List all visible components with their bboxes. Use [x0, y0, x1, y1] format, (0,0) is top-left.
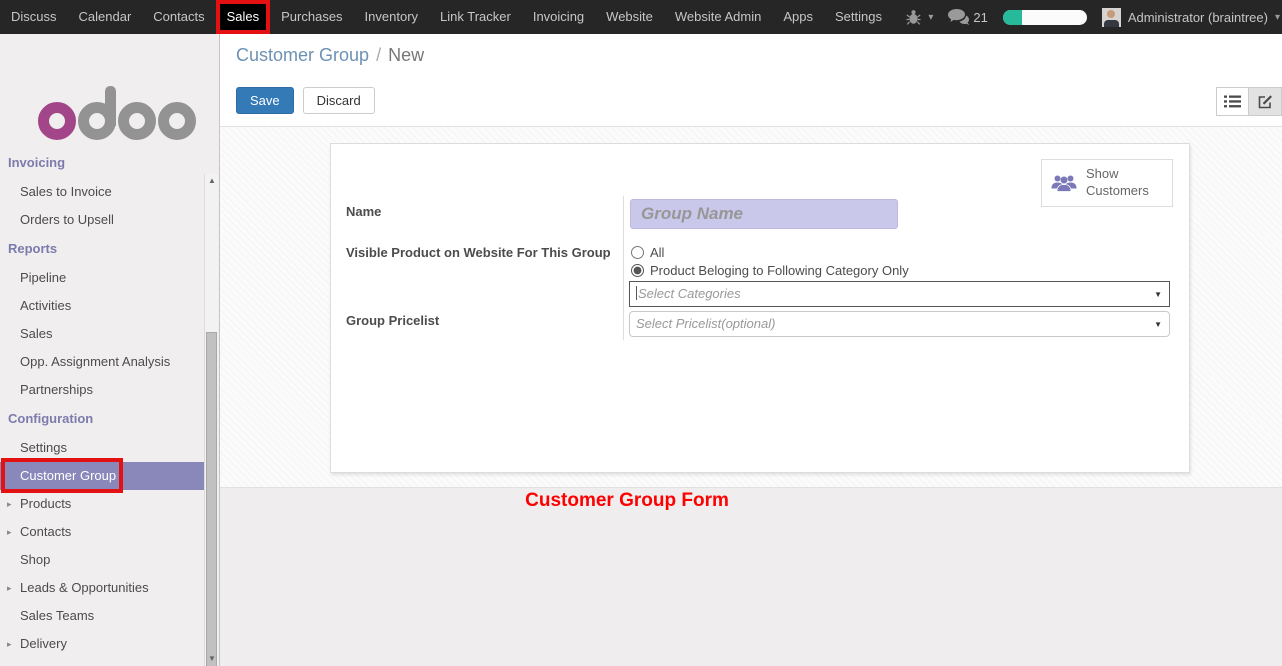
group-name-input[interactable]: [630, 199, 898, 229]
user-avatar[interactable]: [1102, 8, 1121, 27]
sidebar-item-leads-opportunities[interactable]: ▸Leads & Opportunities: [0, 574, 205, 602]
customer-group-form: Show Customers Name Visible Product on W…: [330, 143, 1190, 473]
sidebar-item-customer-group-label: Customer Group: [20, 468, 116, 483]
edit-form-icon: [1257, 94, 1273, 110]
sidebar-item-orders-to-upsell[interactable]: Orders to Upsell: [0, 206, 205, 234]
topbar-menu-website[interactable]: Website: [595, 0, 664, 34]
topbar-menu-purchases[interactable]: Purchases: [270, 0, 353, 34]
topbar-menu-invoicing[interactable]: Invoicing: [522, 0, 595, 34]
sidebar-item-customer-group[interactable]: Customer Group: [0, 462, 205, 490]
dropdown-caret-icon: ▼: [1154, 282, 1162, 306]
messages-count-badge[interactable]: 21: [973, 10, 987, 25]
topbar-menu-discuss[interactable]: Discuss: [0, 0, 68, 34]
chevron-right-icon: ▸: [7, 574, 12, 602]
sidebar-section-configuration: Configuration: [0, 404, 219, 434]
topbar-menu-apps[interactable]: Apps: [772, 0, 824, 34]
chat-bubbles-icon[interactable]: [948, 9, 969, 25]
debug-dropdown-caret-icon[interactable]: ▾: [928, 12, 933, 23]
scroll-up-icon[interactable]: ▲: [205, 176, 219, 185]
list-view-icon: [1224, 95, 1241, 108]
topbar-systray: ▾ 21 Administrator (braintree) ▾: [906, 0, 1282, 34]
sidebar-section-invoicing: Invoicing: [0, 148, 219, 178]
sidebar-scrollbar[interactable]: ▲ ▼: [204, 174, 218, 666]
control-panel: Customer Group / New Save Discard: [220, 34, 1282, 127]
list-view-button[interactable]: [1216, 87, 1249, 116]
select-pricelist-dropdown[interactable]: Select Pricelist(optional) ▼: [629, 311, 1170, 337]
sidebar-section-reports: Reports: [0, 234, 219, 264]
topbar-menu-settings[interactable]: Settings: [824, 0, 893, 34]
logo-ring-gray-1: [118, 102, 156, 140]
progress-fill: [1003, 10, 1022, 25]
user-menu[interactable]: Administrator (braintree): [1128, 10, 1268, 25]
odoo-app-window: Discuss Calendar Contacts Sales Purchase…: [0, 0, 1282, 666]
sidebar-item-delivery[interactable]: ▸Delivery: [0, 630, 205, 658]
main-content-area: Show Customers Name Visible Product on W…: [220, 127, 1282, 487]
discard-button[interactable]: Discard: [303, 87, 375, 114]
chevron-right-icon: ▸: [7, 490, 12, 518]
sidebar-item-partnerships[interactable]: Partnerships: [0, 376, 205, 404]
logo-letter-d: [78, 102, 116, 140]
topbar-menu-sales[interactable]: Sales: [216, 0, 271, 34]
top-navigation-bar: Discuss Calendar Contacts Sales Purchase…: [0, 0, 1282, 34]
sidebar-item-shop[interactable]: Shop: [0, 546, 205, 574]
show-customers-button[interactable]: Show Customers: [1041, 159, 1173, 207]
sidebar-scrollbar-thumb[interactable]: [206, 332, 217, 666]
breadcrumb-customer-group-link[interactable]: Customer Group: [236, 45, 369, 65]
save-button[interactable]: Save: [236, 87, 294, 114]
sidebar-item-products[interactable]: ▸Products: [0, 490, 205, 518]
scroll-down-icon[interactable]: ▼: [205, 654, 219, 663]
radio-option-all[interactable]: All: [631, 245, 664, 260]
group-people-icon: [1050, 173, 1078, 193]
sidebar-item-sales-to-invoice[interactable]: Sales to Invoice: [0, 178, 205, 206]
view-switcher: [1216, 87, 1282, 116]
sidebar-item-opp-assignment-analysis[interactable]: Opp. Assignment Analysis: [0, 348, 205, 376]
sidebar-item-pipeline[interactable]: Pipeline: [0, 264, 205, 292]
select-categories-dropdown[interactable]: Select Categories ▼: [629, 281, 1170, 307]
logo-ring-gray-2: [158, 102, 196, 140]
sidebar-item-settings[interactable]: Settings: [0, 434, 205, 462]
topbar-menu-sales-label: Sales: [227, 9, 260, 24]
breadcrumb-current: New: [388, 45, 424, 65]
annotation-caption: Customer Group Form: [525, 490, 729, 512]
sidebar-item-contacts[interactable]: ▸Contacts: [0, 518, 205, 546]
user-menu-caret-icon: ▾: [1275, 12, 1280, 23]
progress-pill[interactable]: [1003, 10, 1087, 25]
topbar-menu-link-tracker[interactable]: Link Tracker: [429, 0, 522, 34]
radio-all-label: All: [650, 245, 664, 260]
sidebar-menu: Invoicing Sales to Invoice Orders to Ups…: [0, 148, 219, 658]
sidebar-item-sales[interactable]: Sales: [0, 320, 205, 348]
topbar-menu-inventory[interactable]: Inventory: [354, 0, 429, 34]
topbar-menu-contacts[interactable]: Contacts: [142, 0, 215, 34]
breadcrumb: Customer Group / New: [236, 45, 424, 66]
select-categories-placeholder: Select Categories: [638, 286, 741, 301]
form-action-buttons: Save Discard: [236, 87, 375, 114]
topbar-menu-calendar[interactable]: Calendar: [68, 0, 143, 34]
radio-option-category-only[interactable]: Product Beloging to Following Category O…: [631, 263, 909, 278]
visible-product-field-label: Visible Product on Website For This Grou…: [346, 245, 622, 260]
bug-icon[interactable]: [906, 9, 921, 25]
bottom-region: Customer Group Form: [220, 487, 1282, 666]
form-view-button[interactable]: [1249, 87, 1282, 116]
logo-ring-magenta: [38, 102, 76, 140]
sidebar-item-sales-teams[interactable]: Sales Teams: [0, 602, 205, 630]
name-field-label: Name: [346, 204, 381, 219]
group-pricelist-field-label: Group Pricelist: [346, 313, 439, 328]
app-sidebar: Invoicing Sales to Invoice Orders to Ups…: [0, 34, 220, 666]
odoo-logo[interactable]: [0, 34, 219, 140]
sidebar-item-activities[interactable]: Activities: [0, 292, 205, 320]
select-pricelist-placeholder: Select Pricelist(optional): [636, 316, 775, 331]
text-cursor: [636, 286, 637, 300]
chevron-right-icon: ▸: [7, 630, 12, 658]
radio-category-only-input[interactable]: [631, 264, 644, 277]
form-column-divider: [623, 196, 624, 340]
chevron-right-icon: ▸: [7, 518, 12, 546]
radio-all-input[interactable]: [631, 246, 644, 259]
topbar-menu-website-admin[interactable]: Website Admin: [664, 0, 772, 34]
radio-category-only-label: Product Beloging to Following Category O…: [650, 263, 909, 278]
show-customers-label: Show Customers: [1086, 166, 1164, 200]
dropdown-caret-icon: ▼: [1154, 312, 1162, 336]
breadcrumb-separator: /: [376, 45, 381, 65]
